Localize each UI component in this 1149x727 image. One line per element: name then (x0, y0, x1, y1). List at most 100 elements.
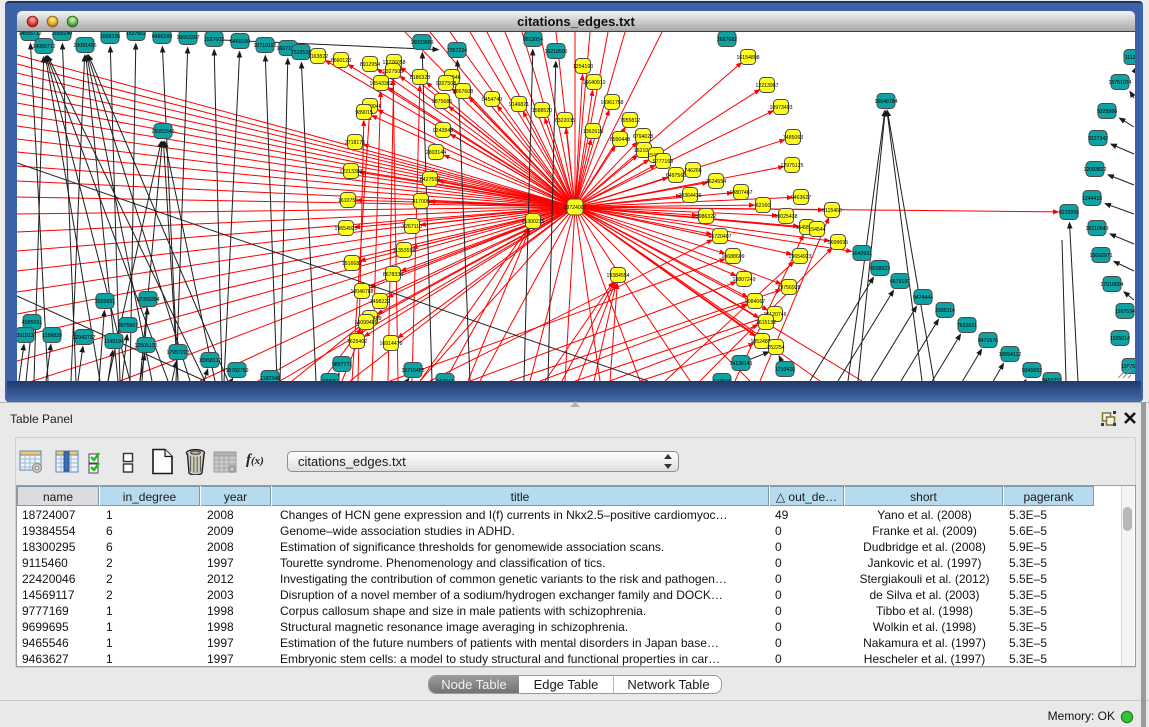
svg-text:7625402: 7625402 (347, 339, 367, 345)
svg-text:16033809: 16033809 (410, 40, 433, 46)
svg-text:1165014: 1165014 (1110, 336, 1130, 342)
svg-text:7357224: 7357224 (447, 48, 467, 54)
svg-text:252254: 252254 (767, 345, 784, 351)
svg-text:1527602: 1527602 (204, 37, 224, 43)
svg-text:10543382: 10543382 (369, 81, 392, 87)
svg-text:1167534: 1167534 (1121, 364, 1135, 370)
svg-text:14055712: 14055712 (18, 32, 41, 37)
svg-text:8938923: 8938923 (870, 266, 890, 272)
svg-text:6679197: 6679197 (890, 279, 910, 285)
svg-text:9115460: 9115460 (822, 208, 842, 214)
svg-text:9146821: 9146821 (509, 102, 529, 108)
svg-text:2687682: 2687682 (717, 37, 737, 43)
svg-text:15692971: 15692971 (1089, 253, 1112, 259)
svg-text:14055712: 14055712 (32, 44, 55, 50)
svg-text:1527602: 1527602 (126, 32, 146, 37)
svg-text:8471676: 8471676 (978, 338, 998, 344)
svg-text:16210643: 16210643 (1085, 226, 1108, 232)
svg-text:1362615: 1362615 (583, 129, 603, 135)
svg-text:8322035: 8322035 (555, 118, 575, 124)
svg-text:8186328: 8186328 (410, 75, 430, 81)
svg-text:7485063: 7485063 (783, 135, 803, 141)
svg-text:15751074: 15751074 (1108, 80, 1131, 86)
svg-text:1065326: 1065326 (100, 34, 120, 40)
svg-text:19384554: 19384554 (606, 273, 629, 279)
svg-text:1192346: 1192346 (260, 376, 280, 381)
svg-text:9777169: 9777169 (653, 159, 673, 165)
svg-text:19654923: 19654923 (788, 254, 811, 260)
svg-text:9084067: 9084067 (745, 299, 765, 305)
svg-text:10653267: 10653267 (176, 35, 199, 41)
svg-text:12505135: 12505135 (134, 343, 157, 349)
svg-text:1588520: 1588520 (532, 108, 552, 114)
svg-text:9327508: 9327508 (436, 81, 456, 87)
svg-text:8215955: 8215955 (1059, 210, 1079, 216)
svg-text:1498222: 1498222 (370, 299, 390, 305)
svg-text:10958117: 10958117 (199, 358, 222, 364)
svg-text:16640910: 16640910 (582, 80, 605, 86)
svg-text:10025438: 10025438 (774, 214, 797, 220)
svg-text:6466160: 6466160 (230, 39, 250, 45)
svg-text:20091406: 20091406 (73, 43, 96, 49)
svg-text:9857771: 9857771 (332, 362, 352, 368)
svg-text:109581: 109581 (321, 379, 338, 381)
svg-text:7986322: 7986322 (696, 214, 716, 220)
svg-text:9975867: 9975867 (118, 323, 138, 329)
svg-text:8678334: 8678334 (383, 272, 403, 278)
svg-text:2009140: 2009140 (52, 32, 72, 37)
svg-text:16099489: 16099489 (354, 320, 377, 326)
svg-text:9450352: 9450352 (1042, 378, 1062, 381)
svg-text:9474444: 9474444 (913, 295, 933, 301)
svg-text:20364436: 20364436 (678, 193, 701, 199)
svg-text:3624554: 3624554 (706, 179, 726, 185)
svg-text:111263: 111263 (1125, 55, 1135, 61)
svg-text:1615132: 1615132 (756, 320, 776, 326)
svg-text:19756928: 19756928 (777, 285, 800, 291)
svg-text:8990448: 8990448 (610, 137, 630, 143)
svg-text:1145194: 1145194 (104, 339, 124, 345)
svg-text:391513: 391513 (17, 333, 34, 339)
svg-text:2867608: 2867608 (453, 89, 473, 95)
svg-text:6466160: 6466160 (152, 34, 172, 40)
svg-text:10719155: 10719155 (253, 43, 276, 49)
svg-text:17359394: 17359394 (136, 297, 159, 303)
svg-text:17016504: 17016504 (1100, 282, 1123, 288)
svg-text:15716485: 15716485 (401, 368, 424, 374)
svg-text:1916682: 1916682 (342, 261, 362, 267)
svg-text:2718176: 2718176 (345, 140, 365, 146)
svg-text:19654923: 19654923 (334, 226, 357, 232)
svg-text:25053346: 25053346 (151, 129, 174, 135)
svg-text:12213967: 12213967 (755, 83, 778, 89)
svg-text:3267110: 3267110 (402, 224, 422, 230)
svg-text:1610755: 1610755 (338, 198, 358, 204)
svg-text:16648784: 16648784 (874, 99, 897, 105)
svg-text:7955812: 7955812 (620, 118, 640, 124)
svg-text:1244415: 1244415 (1082, 196, 1102, 202)
svg-text:124504: 124504 (713, 379, 730, 381)
svg-text:9242848: 9242848 (433, 128, 453, 134)
svg-text:8813054: 8813054 (523, 37, 543, 43)
svg-text:6497568: 6497568 (666, 173, 686, 179)
svg-text:6794028: 6794028 (633, 134, 653, 140)
svg-text:989015: 989015 (355, 110, 372, 116)
svg-text:9329966: 9329966 (1097, 109, 1117, 115)
svg-text:154544: 154544 (808, 227, 825, 233)
svg-text:12093822: 12093822 (1083, 167, 1106, 173)
svg-text:14136141: 14136141 (729, 361, 752, 367)
svg-text:1156829: 1156829 (42, 333, 62, 339)
svg-text:18807249: 18807249 (732, 277, 755, 283)
svg-text:9245652: 9245652 (1022, 368, 1042, 374)
svg-text:10688609: 10688609 (721, 254, 744, 260)
svg-text:16961758: 16961758 (600, 100, 623, 106)
svg-text:8454749: 8454749 (482, 97, 502, 103)
svg-text:2935114: 2935114 (935, 308, 955, 314)
svg-text:2803144: 2803144 (426, 150, 446, 156)
svg-text:17957223: 17957223 (166, 350, 189, 356)
svg-text:163044: 163044 (436, 379, 453, 381)
svg-text:19218506: 19218506 (544, 49, 567, 55)
svg-text:746266: 746266 (684, 168, 701, 174)
svg-text:9227342: 9227342 (1088, 136, 1108, 142)
svg-text:10654112: 10654112 (999, 352, 1022, 358)
svg-text:1640951: 1640951 (852, 251, 872, 257)
svg-text:1167534: 1167534 (1115, 309, 1135, 315)
